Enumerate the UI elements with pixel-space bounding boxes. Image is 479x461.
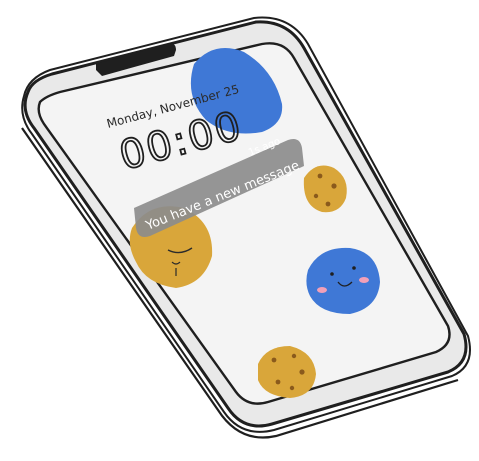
smiling-blue-blob xyxy=(306,247,380,314)
phone-illustration: Monday, November 25 00:00 1s ago You hav… xyxy=(0,0,479,461)
